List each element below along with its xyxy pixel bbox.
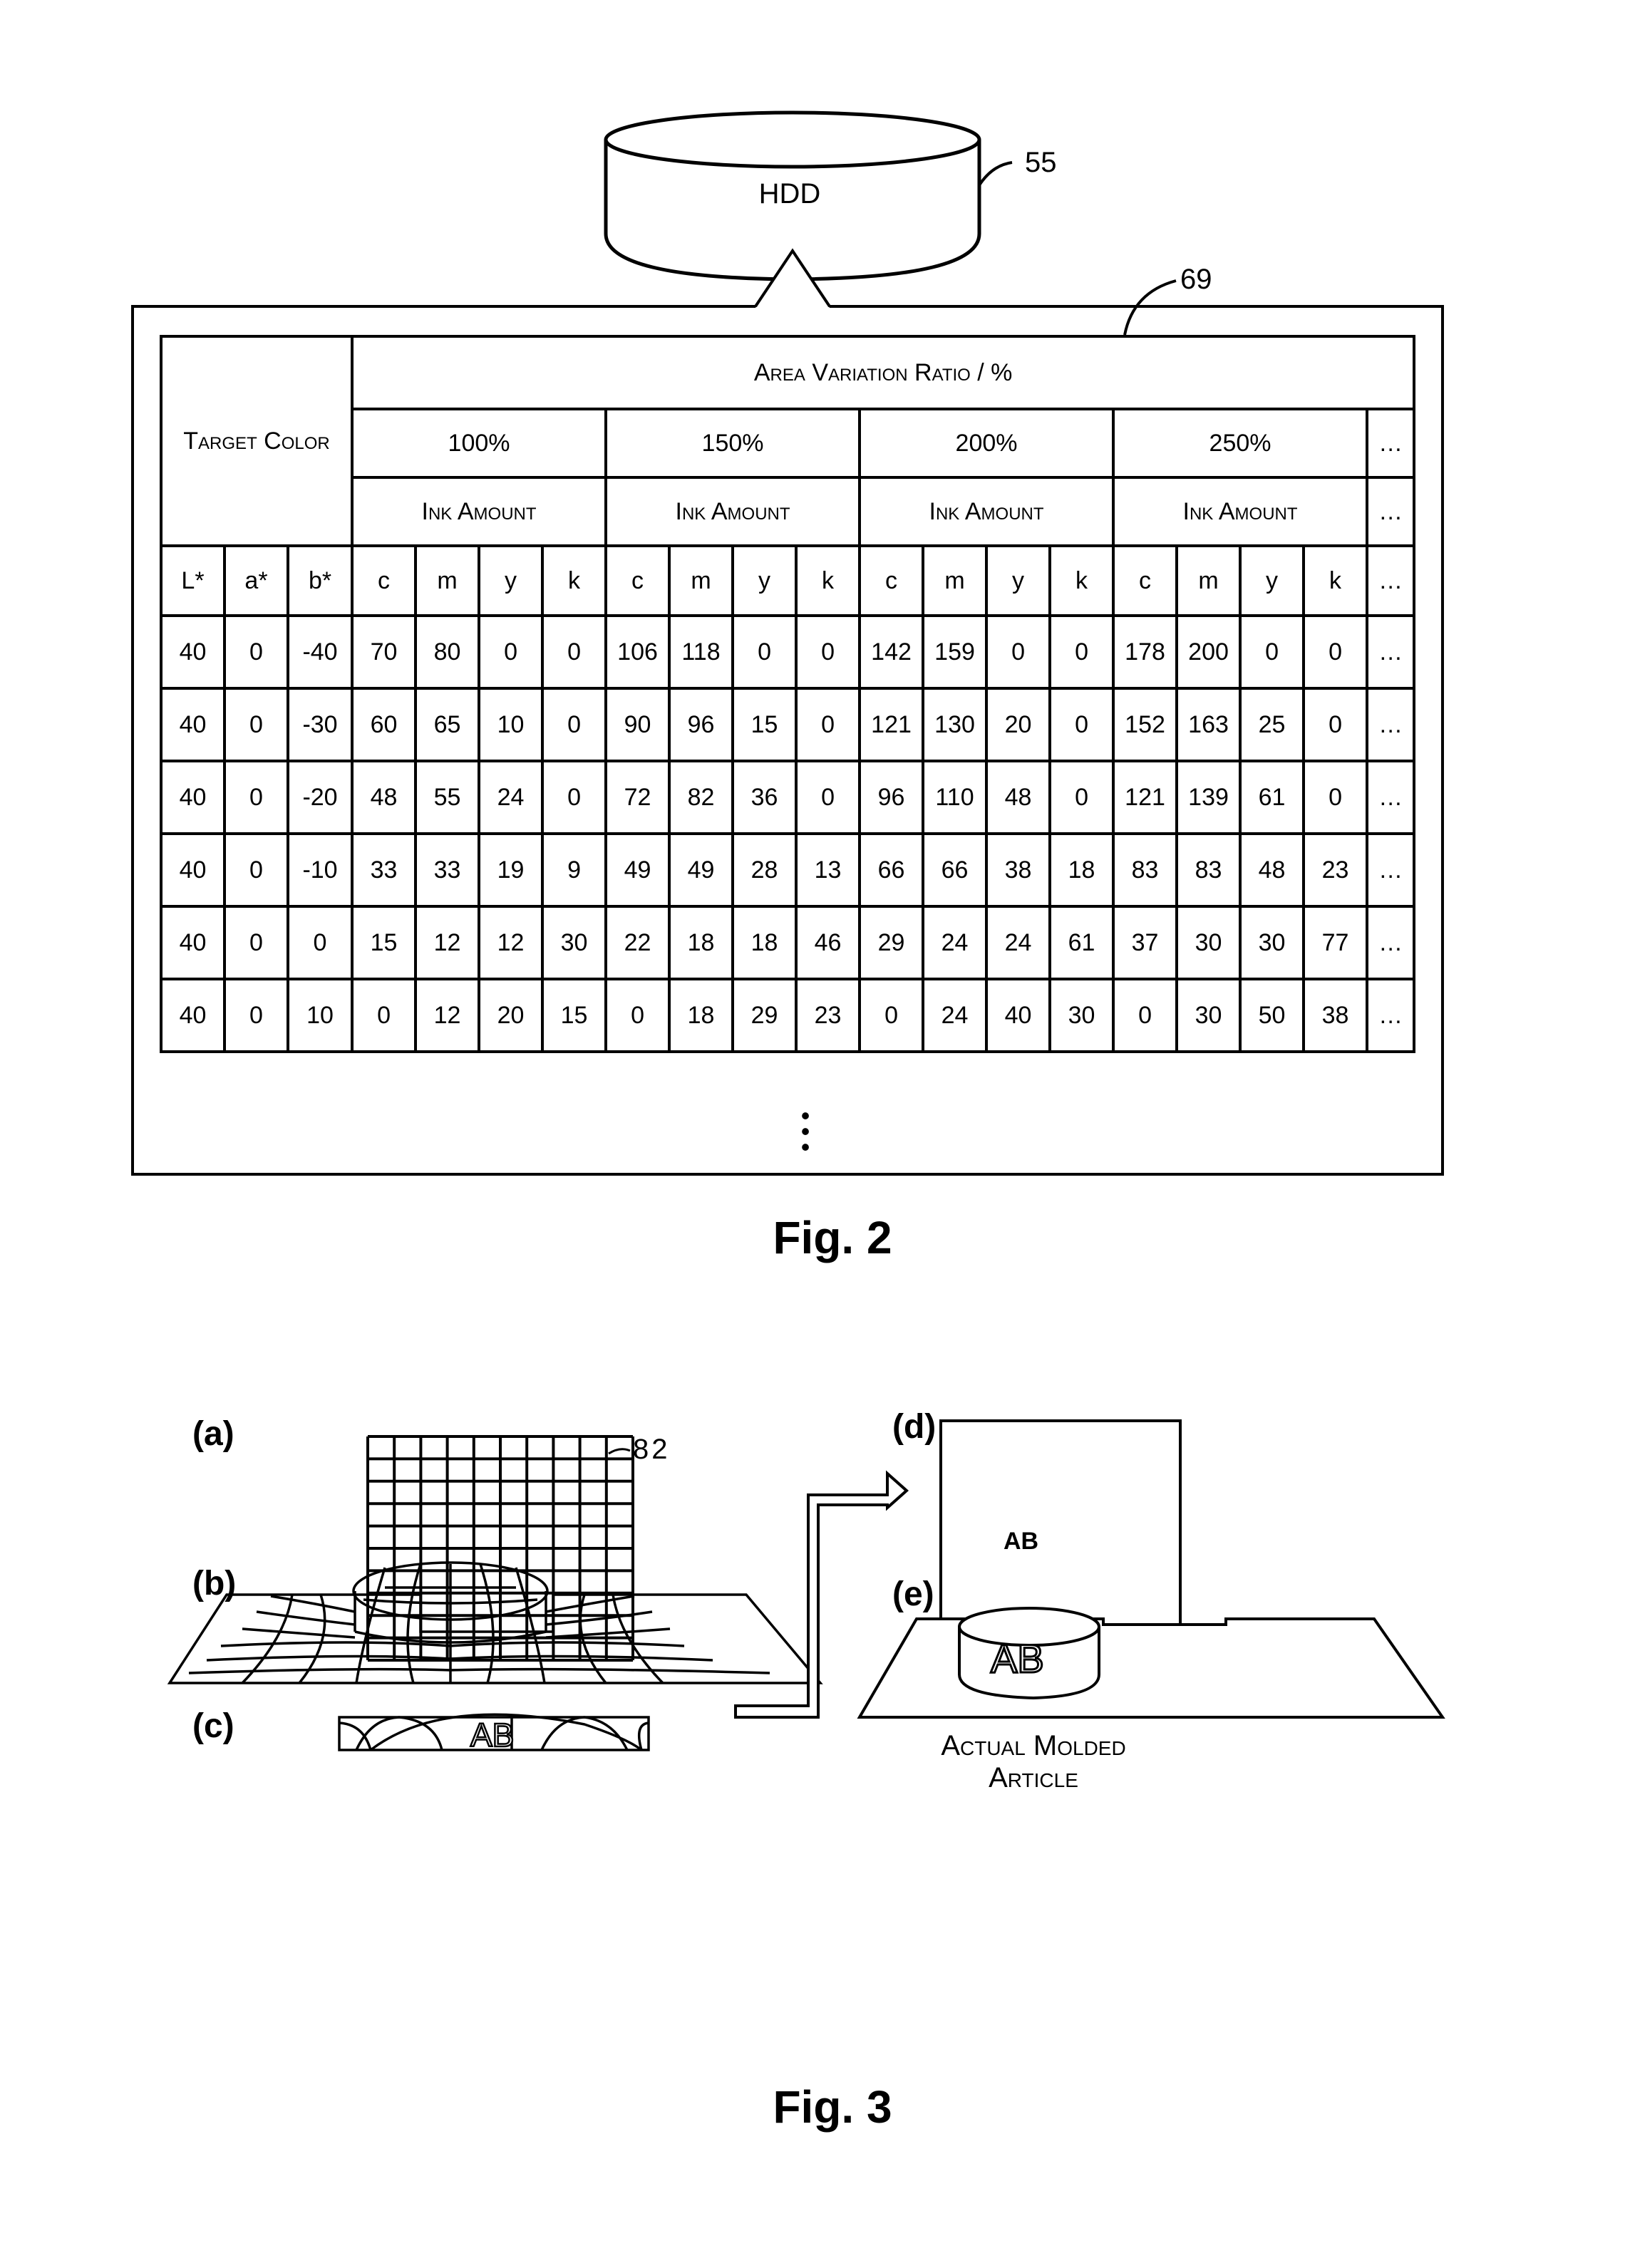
fig3-drawing: AB AB AB <box>167 1419 1445 1754</box>
molded-article-illustration <box>857 1607 1445 1719</box>
fig3-caption: Fig. 3 <box>773 2081 892 2133</box>
deformed-grid-model <box>167 1561 823 1684</box>
article-text-ab: AB <box>991 1636 1044 1681</box>
grid-ref-leader <box>608 1448 631 1455</box>
developed-text-ab: AB <box>470 1716 514 1754</box>
actual-molded-article-label: Actual Molded Article <box>941 1730 1126 1793</box>
sheet-distorted-text: AB <box>1004 1528 1038 1555</box>
